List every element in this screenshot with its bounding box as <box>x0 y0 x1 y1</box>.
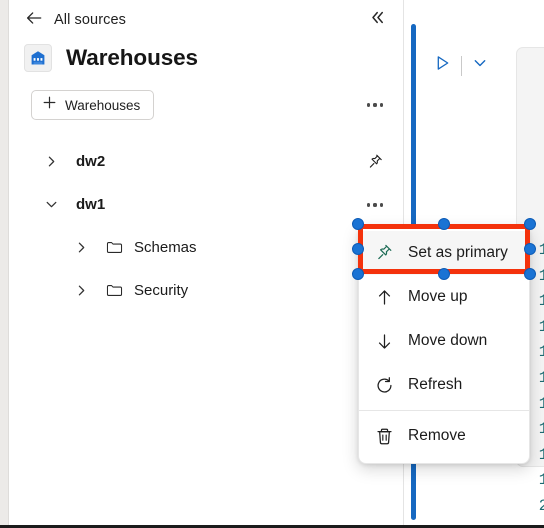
annotation-handle-bottom-right[interactable] <box>524 268 536 280</box>
toolbar-divider <box>461 55 462 76</box>
folder-icon <box>103 237 125 259</box>
new-warehouse-button[interactable]: Warehouses <box>31 90 155 120</box>
annotation-handle-bottom-left[interactable] <box>352 268 364 280</box>
menu-item-label: Set as primary <box>408 244 508 261</box>
tree-item-label: Schemas <box>134 239 197 256</box>
menu-separator <box>359 410 529 411</box>
ellipsis-dot <box>380 203 384 207</box>
annotation-handle-bottom-center[interactable] <box>438 268 450 280</box>
menu-item-move-up[interactable]: Move up <box>359 275 529 319</box>
run-query-toolbar <box>432 53 489 78</box>
ellipsis-dot <box>380 103 384 107</box>
ellipsis-dot <box>373 103 377 107</box>
collapse-pane-button[interactable] <box>364 7 390 33</box>
annotation-handle-top-left[interactable] <box>352 218 364 230</box>
pin-icon <box>373 242 395 264</box>
chevron-down-icon[interactable] <box>471 54 489 77</box>
ellipsis-dot <box>366 103 370 107</box>
menu-item-label: Move up <box>408 288 468 305</box>
explorer-action-row: Warehouses <box>10 88 402 122</box>
app-window: All sources Warehouses Warehouses dw2 dw… <box>0 0 544 528</box>
tree-item-label: dw1 <box>76 196 106 213</box>
tree-item-security[interactable]: Security <box>10 269 402 312</box>
menu-item-label: Remove <box>408 427 466 444</box>
warehouses-explorer-pane: All sources Warehouses Warehouses dw2 dw… <box>10 0 402 525</box>
tree-item-schemas[interactable]: Schemas <box>10 226 402 269</box>
annotation-handle-middle-left[interactable] <box>352 243 364 255</box>
refresh-icon <box>373 374 395 396</box>
explorer-more-options-button[interactable] <box>362 93 388 117</box>
warehouse-context-menu: Set as primary Move up Move down Refresh… <box>358 226 530 464</box>
double-chevron-left-icon <box>369 9 386 31</box>
ellipsis-dot <box>373 203 377 207</box>
chevron-right-icon[interactable] <box>68 278 94 304</box>
folder-icon <box>103 280 125 302</box>
warehouse-tree: dw2 dw1 Schemas Security <box>10 140 402 312</box>
menu-item-label: Refresh <box>408 376 463 393</box>
page-header: Warehouses <box>24 44 198 72</box>
line-number: 1 <box>526 468 544 494</box>
ellipsis-dot <box>366 203 370 207</box>
back-label: All sources <box>54 12 127 28</box>
tree-item-more-options-button[interactable] <box>362 193 388 217</box>
warehouse-icon <box>24 44 52 72</box>
menu-item-label: Move down <box>408 332 488 349</box>
menu-item-refresh[interactable]: Refresh <box>359 363 529 407</box>
window-left-gutter <box>0 0 9 525</box>
explorer-topbar: All sources <box>10 0 402 40</box>
chevron-right-icon[interactable] <box>38 149 64 175</box>
play-icon[interactable] <box>432 53 452 78</box>
tree-item-dw1[interactable]: dw1 <box>10 183 402 226</box>
new-warehouse-label: Warehouses <box>65 97 141 113</box>
menu-item-move-down[interactable]: Move down <box>359 319 529 363</box>
tree-item-label: dw2 <box>76 153 106 170</box>
annotation-handle-top-right[interactable] <box>524 218 536 230</box>
line-number: 2 <box>526 494 544 520</box>
back-to-all-sources-button[interactable]: All sources <box>20 6 130 34</box>
page-title: Warehouses <box>66 45 198 70</box>
tree-item-dw2[interactable]: dw2 <box>10 140 402 183</box>
annotation-handle-top-center[interactable] <box>438 218 450 230</box>
annotation-handle-middle-right[interactable] <box>524 243 536 255</box>
tree-item-label: Security <box>134 282 189 299</box>
arrow-down-icon <box>373 330 395 352</box>
plus-icon <box>41 94 58 116</box>
chevron-down-icon[interactable] <box>38 192 64 218</box>
trash-icon <box>373 425 395 447</box>
arrow-left-icon <box>24 8 44 33</box>
arrow-up-icon <box>373 286 395 308</box>
pin-icon[interactable] <box>362 149 388 175</box>
chevron-right-icon[interactable] <box>68 235 94 261</box>
menu-item-remove[interactable]: Remove <box>359 414 529 458</box>
